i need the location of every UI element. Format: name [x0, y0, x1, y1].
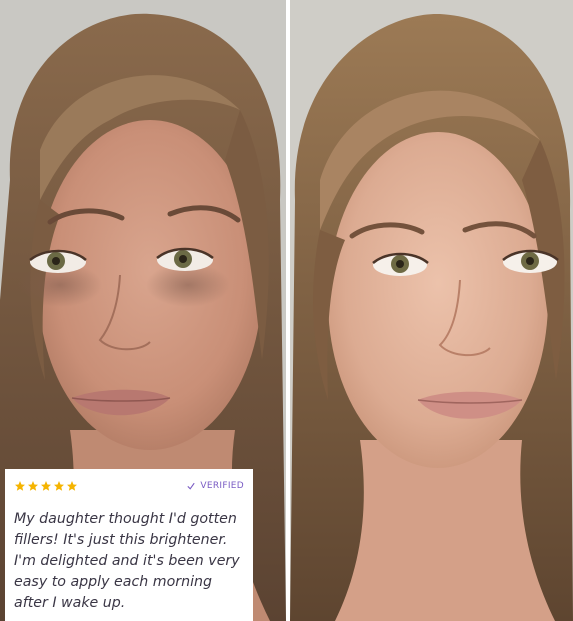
star-icon	[15, 481, 25, 491]
review-header: VERIFIED	[14, 477, 244, 495]
star-icon	[67, 481, 77, 491]
after-photo	[290, 0, 573, 621]
check-icon	[187, 482, 196, 490]
star-icon	[28, 481, 38, 491]
verified-badge: VERIFIED	[187, 481, 244, 491]
review-text: My daughter thought I'd gotten fillers! …	[14, 511, 240, 611]
star-icon	[41, 481, 51, 491]
review-card: VERIFIED My daughter thought I'd gotten …	[5, 469, 253, 621]
before-after-comparison: VERIFIED My daughter thought I'd gotten …	[0, 0, 573, 621]
star-rating	[14, 480, 78, 492]
verified-label: VERIFIED	[200, 481, 244, 491]
star-icon	[54, 481, 64, 491]
